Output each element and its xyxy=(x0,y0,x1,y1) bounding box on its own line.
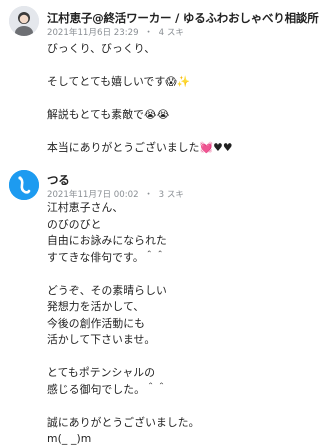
comment-body: 江村恵子さん、 のびのびと自由にお詠みになられた すてきな俳句です。＾＾ どうぞ、そ… xyxy=(47,200,200,448)
comment-line: 江村恵子さん、 xyxy=(47,201,124,214)
avatar[interactable] xyxy=(9,170,39,200)
comment-line xyxy=(47,398,200,415)
comment-line: 自由にお詠みになられた xyxy=(47,234,167,247)
comment-line xyxy=(47,58,233,75)
avatar[interactable] xyxy=(9,6,39,36)
comment-line: とてもポテンシャルの xyxy=(47,366,156,379)
user-portrait-icon xyxy=(9,6,39,36)
like-count[interactable]: 3 スキ xyxy=(159,190,184,200)
comment-meta: 2021年11月6日 23:29 ・ 4 スキ xyxy=(47,26,187,38)
comment-line: すてきな俳句です。＾＾ xyxy=(47,250,166,264)
comment-line: 今後の創作活動にも xyxy=(47,316,146,330)
comment-line: そしてとても嬉しいです😱✨ xyxy=(47,75,191,88)
comment-meta: 2021年11月7日 00:02 ・ 3 スキ xyxy=(47,188,187,200)
comment-line: 活かして下さいませ。 xyxy=(47,333,156,346)
comment-line xyxy=(47,349,200,366)
comment-line: 感じる御句でした。＾＾ xyxy=(47,382,167,396)
like-count[interactable]: 4 スキ xyxy=(159,28,184,38)
comment-line: びっくり、びっくり、 xyxy=(47,42,156,55)
comment-line xyxy=(47,124,233,141)
comment-line xyxy=(47,266,200,283)
comment-line: のびのびと xyxy=(47,217,102,231)
comment-line xyxy=(47,91,233,108)
meta-separator: ・ xyxy=(144,28,153,38)
comment-line: 誠にありがとうございました。 xyxy=(47,415,200,429)
comment-author[interactable]: つる xyxy=(47,172,70,188)
comment-line: 解説もとても素敵で😭😭 xyxy=(47,108,170,121)
comment-date[interactable]: 2021年11月7日 00:02 xyxy=(47,190,139,200)
comment-line: 発想力を活かして、 xyxy=(47,300,145,313)
comment-line: どうぞ、その素晴らしい xyxy=(47,283,167,297)
comment-body: びっくり、びっくり、 そしてとても嬉しいです😱✨ 解説もとても素敵で😭😭 本当に… xyxy=(47,41,233,157)
comment-line: 本当にありがとうございました💓♥♥ xyxy=(47,141,233,154)
comment-date[interactable]: 2021年11月6日 23:29 xyxy=(47,28,139,38)
comment-line: m(_ _)m xyxy=(47,432,92,445)
comment-author[interactable]: 江村恵子@終活ワーカー / ゆるふわおしゃべり相談所 xyxy=(47,10,319,26)
meta-separator: ・ xyxy=(144,190,153,200)
crane-logo-icon xyxy=(9,170,39,200)
